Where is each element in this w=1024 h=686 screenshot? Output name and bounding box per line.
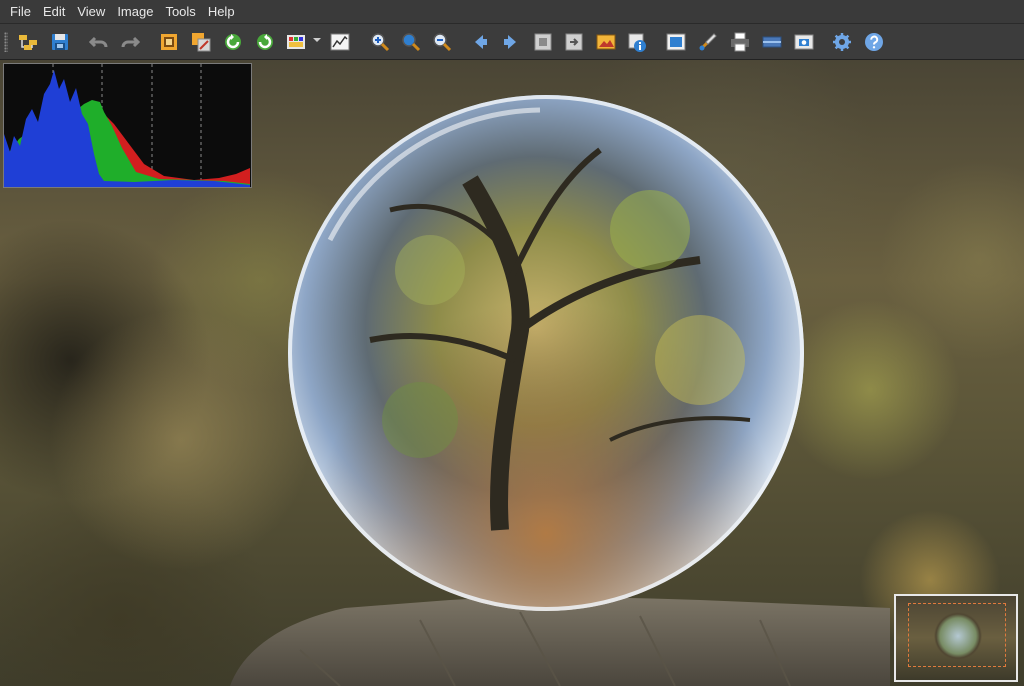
screenshot-icon[interactable] [791,29,817,55]
slideshow-icon[interactable] [593,29,619,55]
histogram-chart [4,64,250,187]
zoom-in-icon[interactable] [367,29,393,55]
menu-edit[interactable]: Edit [37,0,71,24]
copy-to-icon[interactable] [530,29,556,55]
color-adjust-dropdown[interactable] [313,38,321,42]
move-to-icon[interactable] [561,29,587,55]
color-adjust-icon[interactable] [283,29,309,55]
menu-view[interactable]: View [71,0,111,24]
zoom-fit-icon[interactable] [398,29,424,55]
undo-icon[interactable] [86,29,112,55]
menu-file[interactable]: File [4,0,37,24]
fullscreen-icon[interactable] [663,29,689,55]
previous-icon[interactable] [467,29,493,55]
glass-sphere [288,95,804,611]
menu-image[interactable]: Image [111,0,159,24]
scanner-icon[interactable] [759,29,785,55]
image-info-icon[interactable] [624,29,650,55]
paint-icon[interactable] [695,29,721,55]
crop-icon[interactable] [156,29,182,55]
histogram-icon[interactable] [327,29,353,55]
redo-icon[interactable] [117,29,143,55]
menu-help[interactable]: Help [202,0,241,24]
rotate-right-icon[interactable] [252,29,278,55]
next-icon[interactable] [498,29,524,55]
save-icon[interactable] [47,29,73,55]
navigator-view-frame[interactable] [908,603,1006,667]
menu-tools[interactable]: Tools [159,0,201,24]
open-folder-icon[interactable] [15,29,41,55]
toolbar [0,24,1024,60]
help-icon[interactable] [861,29,887,55]
zoom-out-icon[interactable] [429,29,455,55]
settings-icon[interactable] [829,29,855,55]
histogram-panel [3,63,252,188]
tree-stump [230,597,890,686]
navigator-thumbnail[interactable] [894,594,1018,682]
print-icon[interactable] [727,29,753,55]
menu-bar: File Edit View Image Tools Help [0,0,1024,24]
rotate-left-icon[interactable] [220,29,246,55]
resize-icon[interactable] [188,29,214,55]
toolbar-grip[interactable] [4,32,8,52]
